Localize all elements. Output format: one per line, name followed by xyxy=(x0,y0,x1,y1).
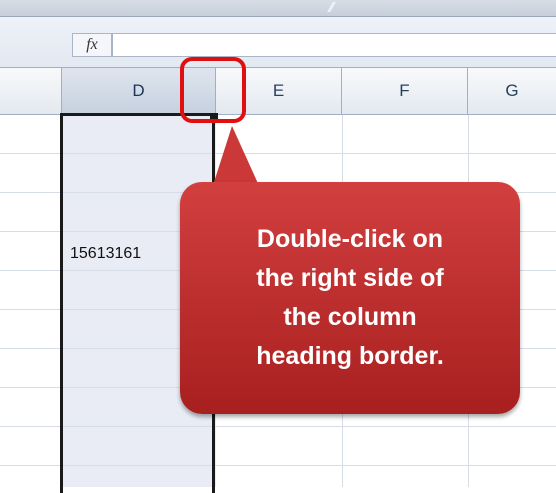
callout-text: Double-click on the right side of the co… xyxy=(205,220,495,376)
callout-line-1: Double-click on xyxy=(256,225,444,253)
callout-line-4: heading border. xyxy=(256,342,444,370)
callout-line-3: the column xyxy=(283,303,417,331)
instruction-callout: Double-click on the right side of the co… xyxy=(180,182,520,414)
callout-line-2: the right side of xyxy=(256,264,444,292)
